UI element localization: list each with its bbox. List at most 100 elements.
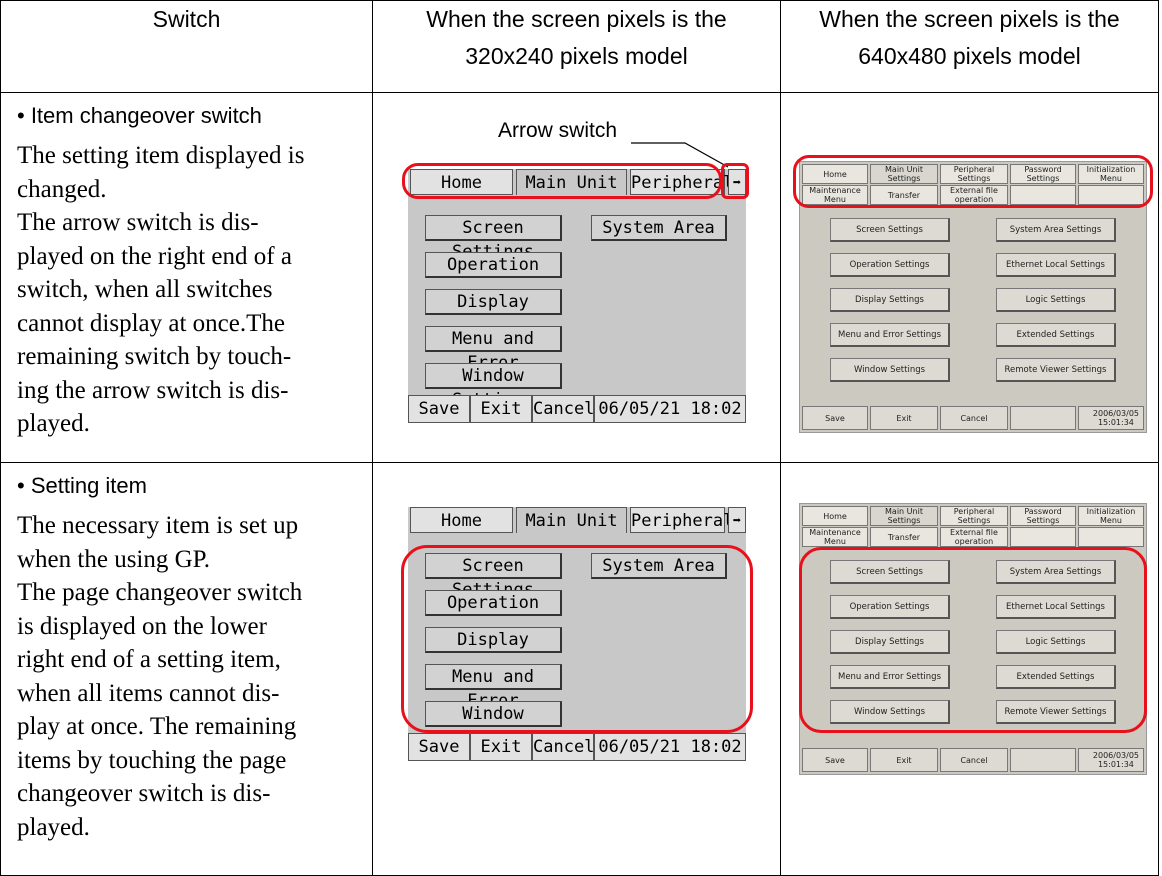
s1-screen-settings-button[interactable]: Screen Settings	[425, 215, 562, 262]
l1-menu-error-button[interactable]: Menu and Error Settings	[830, 323, 950, 347]
l2-bottom-empty	[1010, 748, 1076, 772]
large-screen-1: Home Main Unit Settings Peripheral Setti…	[799, 161, 1147, 433]
l1-tab-password[interactable]: Password Settings	[1010, 164, 1076, 184]
l1-tab-maintenance[interactable]: Maintenance Menu	[802, 185, 868, 205]
l2-datetime: 2006/03/05 15:01:34	[1078, 748, 1144, 772]
l1-screen-settings-button[interactable]: Screen Settings	[830, 218, 950, 242]
l1-window-settings-button[interactable]: Window Settings	[830, 358, 950, 382]
s2-tab-home[interactable]: Home	[410, 507, 513, 533]
s1-cancel-button[interactable]: Cancel	[532, 395, 594, 423]
l1-cancel-button[interactable]: Cancel	[940, 406, 1008, 430]
l2-screen-settings-button[interactable]: Screen Settings	[830, 560, 950, 584]
l2-display-button[interactable]: Display Settings	[830, 630, 950, 654]
l1-tab-main-unit[interactable]: Main Unit Settings	[870, 164, 938, 184]
small-screen-2: Home Main Unit Peripheral ➡ Screen Setti…	[408, 507, 746, 761]
l2-tab-maintenance[interactable]: Maintenance Menu	[802, 527, 868, 547]
s2-save-button[interactable]: Save	[408, 733, 470, 761]
s1-arrow-icon[interactable]: ➡	[728, 169, 746, 195]
l2-cancel-button[interactable]: Cancel	[940, 748, 1008, 772]
l2-tab-home[interactable]: Home	[802, 506, 868, 526]
l1-exit-button[interactable]: Exit	[870, 406, 938, 430]
l1-tab-peripheral[interactable]: Peripheral Settings	[940, 164, 1008, 184]
s2-menu-error-button[interactable]: Menu and Error	[425, 664, 562, 711]
large-screen-2: Home Main Unit Settings Peripheral Setti…	[799, 503, 1147, 775]
row1-small-cell: Arrow switch Home Main Unit Peripheral ➡…	[372, 92, 781, 463]
s2-datetime: 06/05/21 18:02	[594, 733, 746, 761]
row2-small-cell: Home Main Unit Peripheral ➡ Screen Setti…	[372, 462, 781, 876]
l1-tab-initialization[interactable]: Initialization Menu	[1078, 164, 1144, 184]
s1-tab-home[interactable]: Home	[410, 169, 513, 195]
switch-table: Switch When the screen pixels is the 320x…	[0, 0, 1159, 876]
callout-leader-line	[631, 142, 729, 168]
s2-exit-button[interactable]: Exit	[470, 733, 532, 761]
l1-logic-button[interactable]: Logic Settings	[996, 288, 1116, 312]
l1-display-button[interactable]: Display Settings	[830, 288, 950, 312]
l2-menu-error-button[interactable]: Menu and Error Settings	[830, 665, 950, 689]
row-setting-item: • Setting item The necessary item is set…	[0, 462, 1159, 876]
header-row: Switch When the screen pixels is the 320x…	[0, 0, 1159, 93]
l2-exit-button[interactable]: Exit	[870, 748, 938, 772]
s2-screen-settings-button[interactable]: Screen Settings	[425, 553, 562, 600]
small-screen-1: Home Main Unit Peripheral ➡ Screen Setti…	[408, 169, 746, 423]
arrow-switch-callout: Arrow switch	[498, 119, 618, 142]
s2-system-area-button[interactable]: System Area	[591, 553, 727, 579]
l2-logic-button[interactable]: Logic Settings	[996, 630, 1116, 654]
l2-operation-button[interactable]: Operation Settings	[830, 595, 950, 619]
s1-display-button[interactable]: Display	[425, 289, 562, 315]
s1-operation-button[interactable]: Operation	[425, 252, 562, 278]
header-320: When the screen pixels is the 320x240 pix…	[372, 0, 781, 93]
l1-system-area-button[interactable]: System Area Settings	[996, 218, 1116, 242]
l2-tab-initialization[interactable]: Initialization Menu	[1078, 506, 1144, 526]
l2-tab-peripheral[interactable]: Peripheral Settings	[940, 506, 1008, 526]
row1-desc: The setting item displayed is changed. T…	[17, 142, 305, 437]
s1-window-settings-button[interactable]: Window Settings	[425, 363, 562, 410]
s1-tab-peripheral[interactable]: Peripheral	[630, 169, 733, 195]
l2-extended-button[interactable]: Extended Settings	[996, 665, 1116, 689]
header-320-line1: When the screen pixels is the	[426, 6, 727, 32]
s2-tab-main-unit[interactable]: Main Unit	[516, 507, 627, 533]
l2-window-settings-button[interactable]: Window Settings	[830, 700, 950, 724]
l2-ethernet-button[interactable]: Ethernet Local Settings	[996, 595, 1116, 619]
s2-tab-peripheral[interactable]: Peripheral	[630, 507, 733, 533]
l1-save-button[interactable]: Save	[802, 406, 868, 430]
l1-extended-button[interactable]: Extended Settings	[996, 323, 1116, 347]
row2-desc-cell: • Setting item The necessary item is set…	[0, 462, 373, 876]
s2-display-button[interactable]: Display	[425, 627, 562, 653]
s1-save-button[interactable]: Save	[408, 395, 470, 423]
l1-tab-home[interactable]: Home	[802, 164, 868, 184]
row1-desc-cell: • Item changeover switch The setting ite…	[0, 92, 373, 463]
header-640-line2: 640x480 pixels model	[858, 43, 1081, 69]
l2-save-button[interactable]: Save	[802, 748, 868, 772]
l1-datetime: 2006/03/05 15:01:34	[1078, 406, 1144, 430]
s1-bottom-bar: Save Exit Cancel 06/05/21 18:02	[408, 395, 746, 423]
l2-system-area-button[interactable]: System Area Settings	[996, 560, 1116, 584]
s2-operation-button[interactable]: Operation	[425, 590, 562, 616]
header-640: When the screen pixels is the 640x480 pix…	[780, 0, 1159, 93]
s2-window-settings-button[interactable]: Window Settings	[425, 701, 562, 748]
l2-tab-empty-1	[1010, 527, 1076, 547]
l1-tab-transfer[interactable]: Transfer	[870, 185, 938, 205]
s1-exit-button[interactable]: Exit	[470, 395, 532, 423]
l1-remote-viewer-button[interactable]: Remote Viewer Settings	[996, 358, 1116, 382]
row-item-changeover: • Item changeover switch The setting ite…	[0, 92, 1159, 463]
l2-tab-external-file[interactable]: External file operation	[940, 527, 1008, 547]
l2-tab-password[interactable]: Password Settings	[1010, 506, 1076, 526]
l2-tab-empty-2	[1078, 527, 1144, 547]
l2-tab-transfer[interactable]: Transfer	[870, 527, 938, 547]
s1-tab-main-unit[interactable]: Main Unit	[516, 169, 627, 195]
header-320-line2: 320x240 pixels model	[465, 43, 688, 69]
row1-bullet: • Item changeover switch	[17, 103, 262, 128]
s1-system-area-button[interactable]: System Area	[591, 215, 727, 241]
l1-tab-empty-2	[1078, 185, 1144, 205]
l1-operation-button[interactable]: Operation Settings	[830, 253, 950, 277]
s2-arrow-icon[interactable]: ➡	[728, 507, 746, 533]
l2-tab-main-unit[interactable]: Main Unit Settings	[870, 506, 938, 526]
header-switch: Switch	[0, 0, 373, 93]
l1-tab-external-file[interactable]: External file operation	[940, 185, 1008, 205]
l1-ethernet-button[interactable]: Ethernet Local Settings	[996, 253, 1116, 277]
l2-remote-viewer-button[interactable]: Remote Viewer Settings	[996, 700, 1116, 724]
s1-menu-error-button[interactable]: Menu and Error	[425, 326, 562, 373]
s2-cancel-button[interactable]: Cancel	[532, 733, 594, 761]
l1-bottom-empty	[1010, 406, 1076, 430]
s2-bottom-bar: Save Exit Cancel 06/05/21 18:02	[408, 733, 746, 761]
